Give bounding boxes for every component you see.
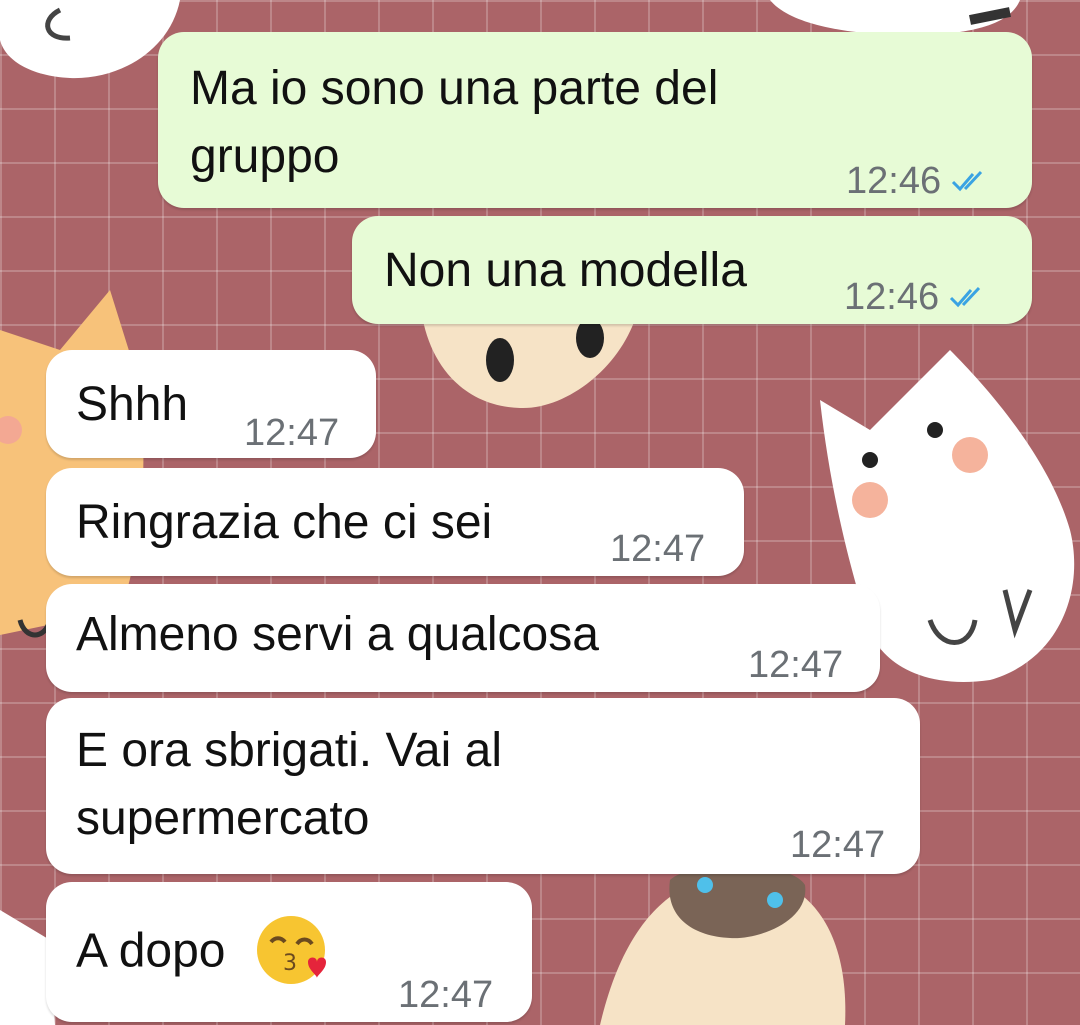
- message-text-content: A dopo: [76, 924, 226, 978]
- message-timestamp: 12:47: [244, 412, 340, 454]
- message-bubble-incoming[interactable]: E ora sbrigati. Vai al supermercato 12:4…: [46, 698, 920, 874]
- message-timestamp: 12:47: [790, 824, 886, 866]
- message-bubble-incoming[interactable]: A dopo 3 12:47: [46, 882, 532, 1022]
- message-text: gruppo: [190, 130, 340, 183]
- message-bubble-outgoing[interactable]: Ma io sono una parte del gruppo 12:46: [158, 32, 1032, 208]
- message-bubble-incoming[interactable]: Almeno servi a qualcosa 12:47: [46, 584, 880, 692]
- message-text: supermercato: [76, 792, 370, 845]
- message-text: Shhh: [76, 378, 189, 431]
- message-text: Almeno servi a qualcosa: [76, 608, 599, 661]
- message-bubble-incoming[interactable]: Shhh 12:47: [46, 350, 376, 458]
- double-check-read-icon: [950, 286, 981, 308]
- kissing-face-with-heart-emoji: 3: [256, 916, 326, 984]
- message-text: Non una modella: [384, 244, 747, 297]
- message-timestamp: 12:47: [610, 528, 706, 570]
- message-bubble-incoming[interactable]: Ringrazia che ci sei 12:47: [46, 468, 744, 576]
- svg-text:3: 3: [283, 951, 297, 976]
- message-timestamp: 12:47: [748, 644, 844, 686]
- message-timestamp: 12:46: [846, 160, 942, 202]
- wallpaper-cat-siamese: [600, 865, 846, 1025]
- message-text: Ma io sono una parte del: [190, 62, 719, 115]
- message-text: Ringrazia che ci sei: [76, 496, 493, 549]
- message-timestamp: 12:46: [844, 276, 940, 318]
- message-bubble-outgoing[interactable]: Non una modella 12:46: [352, 216, 1032, 324]
- message-text: E ora sbrigati. Vai al: [76, 724, 502, 777]
- message-timestamp: 12:47: [398, 974, 494, 1016]
- message-text: A dopo 3: [76, 916, 331, 990]
- double-check-read-icon: [952, 170, 983, 192]
